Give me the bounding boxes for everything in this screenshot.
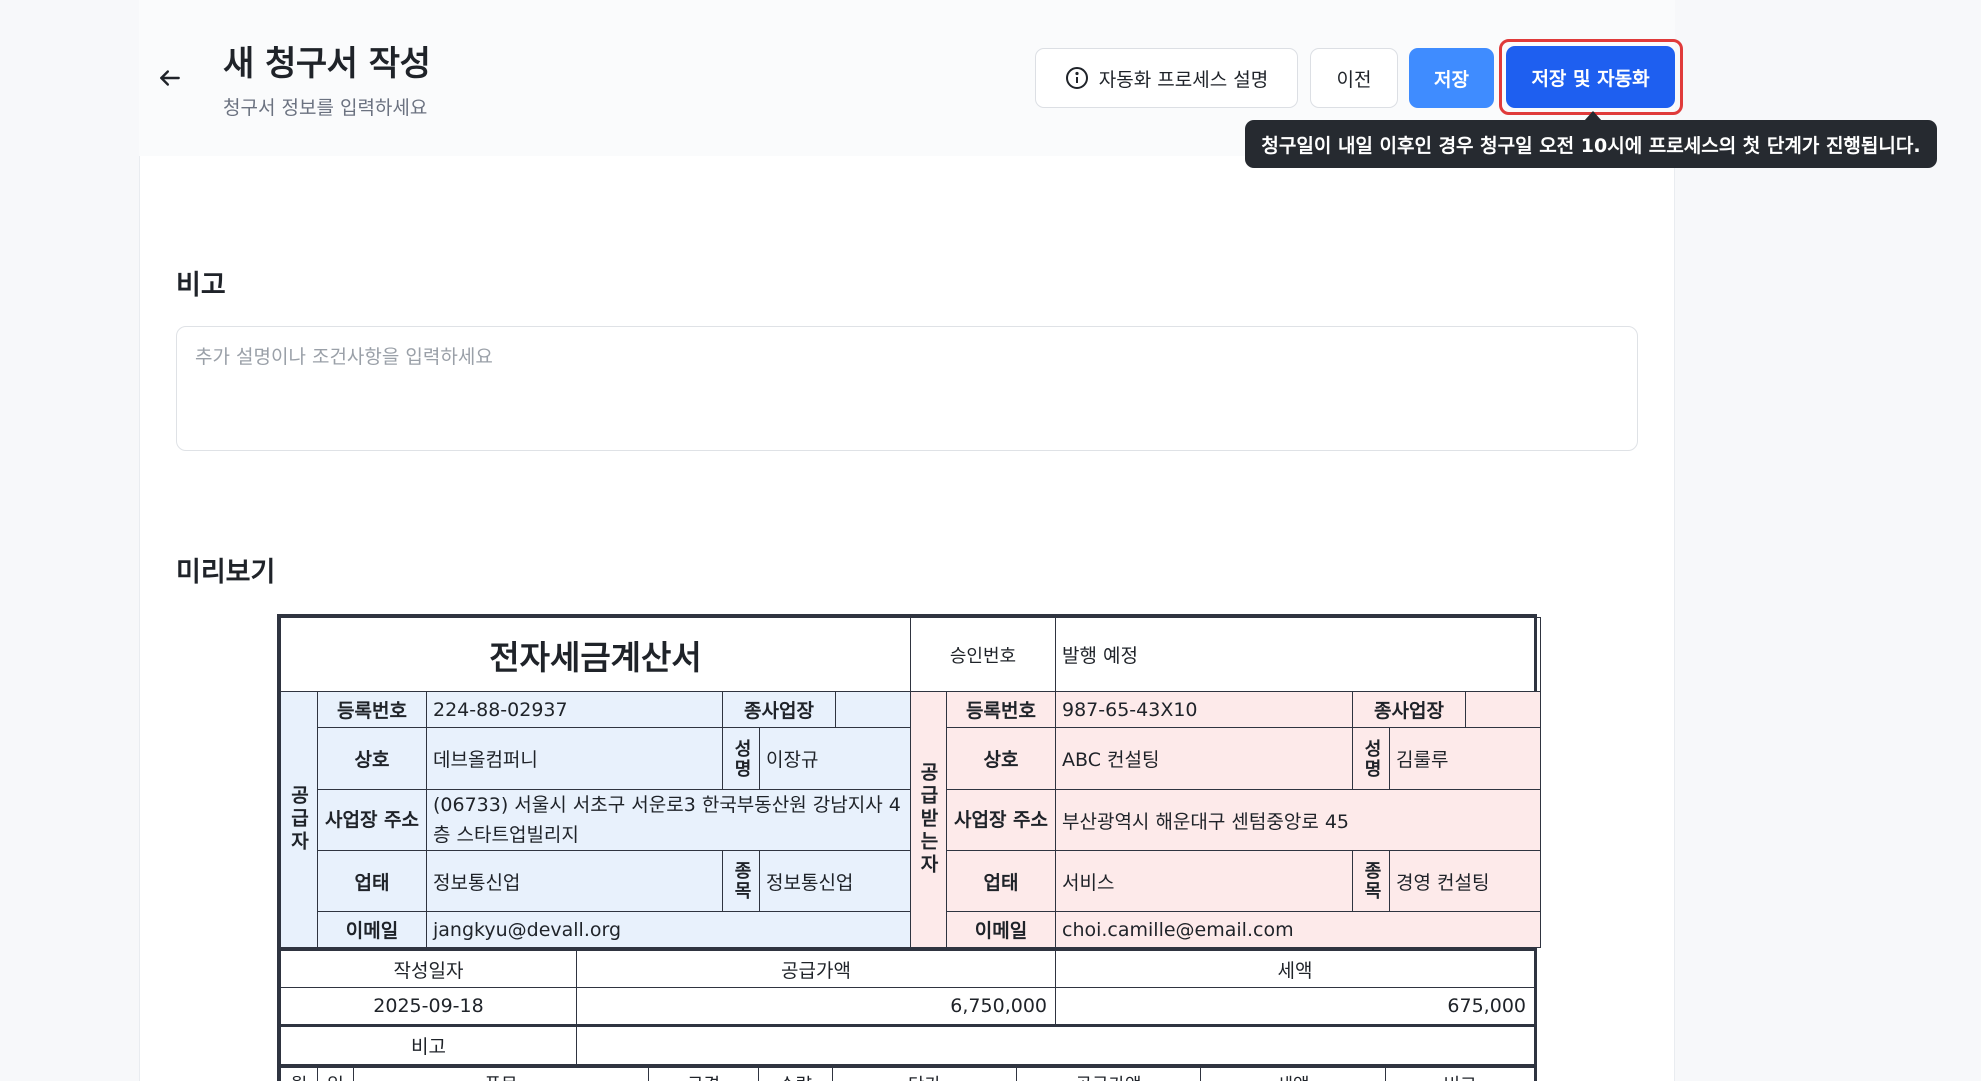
page-title: 새 청구서 작성 (223, 44, 431, 84)
supplier-email-label: 이메일 (317, 911, 427, 948)
invoice-title: 전자세금계산서 (280, 617, 911, 692)
receiver-name-value: ABC 컨설팅 (1055, 727, 1353, 790)
note-input[interactable] (176, 326, 1638, 451)
receiver-ceo-value: 김룰루 (1388, 727, 1542, 790)
supplier-branch-label: 종사업장 (722, 691, 836, 728)
supplier-biz-value: 정보통신업 (426, 850, 723, 912)
supplier-name-label: 상호 (317, 727, 427, 790)
receiver-addr-value: 부산광역시 해운대구 센텀중앙로 45 (1054, 789, 1542, 851)
prev-button[interactable]: 이전 (1310, 48, 1398, 108)
items-header-item: 품목 (353, 1067, 649, 1081)
tooltip: 청구일이 내일 이후인 경우 청구일 오전 10시에 프로세스의 첫 단계가 진… (1245, 120, 1937, 168)
save-and-automate-button[interactable]: 저장 및 자동화 (1506, 46, 1675, 108)
supplier-side-label: 공급자 (280, 691, 318, 948)
receiver-branch-value (1464, 691, 1542, 728)
info-icon (1065, 67, 1088, 89)
items-header-tax: 세액 (1200, 1067, 1386, 1081)
receiver-addr-label: 사업장 주소 (946, 789, 1056, 851)
tax-label: 세액 (1055, 949, 1535, 988)
items-header-spec: 규격 (648, 1067, 759, 1081)
supplier-reg-label: 등록번호 (317, 691, 427, 728)
receiver-side-label: 공급받는자 (910, 691, 947, 948)
invoice-preview: 전자세금계산서 승인번호 발행 예정 공급자 등록번호 224-88-02937… (277, 614, 1542, 1081)
items-header-day: 일 (317, 1067, 354, 1081)
approval-value: 발행 예정 (1054, 617, 1542, 692)
approval-label: 승인번호 (910, 617, 1056, 692)
page-subtitle: 청구서 정보를 입력하세요 (223, 97, 428, 119)
date-label: 작성일자 (280, 949, 577, 988)
items-header-price: 단가 (832, 1067, 1017, 1081)
receiver-biz-label: 업태 (946, 850, 1056, 912)
receiver-item-label: 종목 (1352, 850, 1390, 912)
receiver-biz-value: 서비스 (1055, 850, 1353, 912)
supplier-reg-value: 224-88-02937 (426, 691, 723, 728)
arrow-left-icon (160, 70, 180, 86)
invoice-items-table: 월 일 품목 규격 수량 단가 공급가액 세액 비고 (280, 1067, 1535, 1081)
back-button[interactable] (150, 58, 190, 98)
supplier-ceo-value: 이장규 (759, 727, 911, 790)
invoice-party-table: 전자세금계산서 승인번호 발행 예정 공급자 등록번호 224-88-02937… (280, 617, 1542, 948)
date-value: 2025-09-18 (280, 987, 577, 1026)
receiver-reg-value: 987-65-43X10 (1055, 691, 1353, 728)
supplier-name-value: 데브올컴퍼니 (426, 727, 723, 790)
invoice-summary-table: 작성일자 공급가액 세액 2025-09-18 6,750,000 675,00… (280, 948, 1535, 1067)
preview-section-title: 미리보기 (176, 557, 276, 588)
items-header-supply: 공급가액 (1016, 1067, 1201, 1081)
supplier-biz-label: 업태 (317, 850, 427, 912)
receiver-reg-label: 등록번호 (946, 691, 1056, 728)
items-header-note: 비고 (1385, 1067, 1535, 1081)
receiver-branch-label: 종사업장 (1352, 691, 1466, 728)
items-header-month: 월 (280, 1067, 318, 1081)
receiver-email-value: choi.camille@email.com (1054, 911, 1542, 948)
invoice-note-label: 비고 (280, 1024, 577, 1067)
note-section-title: 비고 (176, 270, 226, 301)
supply-label: 공급가액 (576, 949, 1056, 988)
receiver-name-label: 상호 (946, 727, 1056, 790)
items-header-qty: 수량 (758, 1067, 833, 1081)
tax-value: 675,000 (1055, 987, 1535, 1026)
automation-help-label: 자동화 프로세스 설명 (1098, 68, 1269, 91)
supplier-item-value: 정보통신업 (759, 850, 911, 912)
save-button[interactable]: 저장 (1409, 48, 1494, 108)
supplier-ceo-label: 성명 (722, 727, 760, 790)
supplier-branch-value (835, 691, 911, 728)
supplier-addr-value: (06733) 서울시 서초구 서운로3 한국부동산원 강남지사 4층 스타트업… (426, 789, 911, 851)
supplier-email-value: jangkyu@devall.org (426, 911, 911, 948)
supplier-addr-label: 사업장 주소 (317, 789, 427, 851)
automation-help-button[interactable]: 자동화 프로세스 설명 (1035, 48, 1298, 108)
supplier-item-label: 종목 (722, 850, 760, 912)
supply-value: 6,750,000 (576, 987, 1056, 1026)
invoice-note-value (576, 1024, 1535, 1067)
receiver-item-value: 경영 컨설팅 (1388, 850, 1542, 912)
receiver-email-label: 이메일 (946, 911, 1056, 948)
receiver-ceo-label: 성명 (1352, 727, 1390, 790)
